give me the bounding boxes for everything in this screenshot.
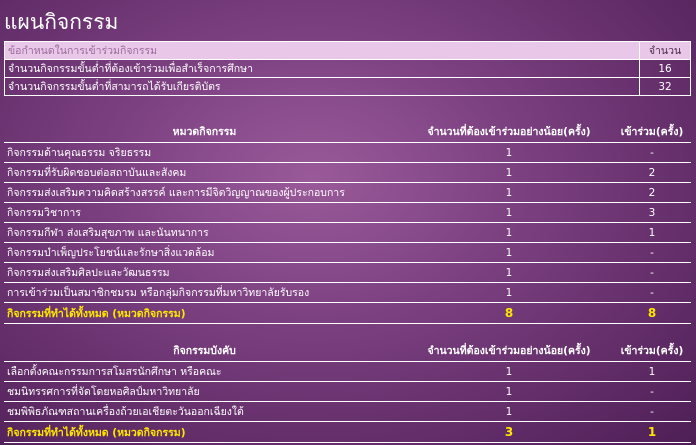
total-label: กิจกรรมที่ทำได้ทั้งหมด (หมวดกิจกรรม) [4,421,405,443]
joined-count: - [613,401,691,422]
total-joined: 8 [613,302,691,324]
table-row: กิจกรรมบำเพ็ญประโยชน์และรักษาสิ่งแวดล้อม… [4,242,691,263]
column-header-mandatory: กิจกรรมบังคับ [4,339,405,362]
column-header-joined: เข้าร่วม(ครั้ง) [613,120,691,143]
activity-name: กิจกรรมด้านคุณธรรม จริยธรรม [4,142,405,163]
joined-count: 1 [613,361,691,382]
required-count: 1 [405,242,613,263]
required-count: 1 [405,202,613,223]
table-row: กิจกรรมวิชาการ 1 3 [4,202,691,223]
activity-name: กิจกรรมวิชาการ [4,202,405,223]
joined-count: 3 [613,202,691,223]
total-row: กิจกรรมที่ทำได้ทั้งหมด (หมวดกิจกรรม) 3 1 [4,421,691,443]
total-label: กิจกรรมที่ทำได้ทั้งหมด (หมวดกิจกรรม) [4,302,405,324]
category-activity-table: หมวดกิจกรรม จำนวนที่ต้องเข้าร่วมอย่างน้อ… [4,120,691,324]
table-row: การเข้าร่วมเป็นสมาชิกชมรม หรือกลุ่มกิจกร… [4,282,691,303]
requirement-value: 32 [639,77,691,96]
activity-name: เลือกตั้งคณะกรรมการสโมสรนักศึกษา หรือคณะ [4,361,405,382]
requirements-header-value: จำนวน [639,41,691,60]
joined-count: - [613,142,691,163]
required-count: 1 [405,401,613,422]
total-required: 8 [405,302,613,324]
total-joined: 1 [613,421,691,443]
joined-count: 2 [613,162,691,183]
table-row: กิจกรรมกีฬา ส่งเสริมสุขภาพ และนันทนาการ … [4,222,691,243]
joined-count: - [613,262,691,283]
total-row: กิจกรรมที่ทำได้ทั้งหมด (หมวดกิจกรรม) 8 8 [4,302,691,324]
required-count: 1 [405,262,613,283]
table-row: กิจกรรมส่งเสริมความคิดสร้างสรรค์ และการม… [4,182,691,203]
activity-name: ชมพิพิธภัณฑสถานเครื่องถ้วยเอเชียตะวันออก… [4,401,405,422]
joined-count: - [613,381,691,402]
table-row: กิจกรรมส่งเสริมศิลปะและวัฒนธรรม 1 - [4,262,691,283]
requirement-label: จำนวนกิจกรรมขั้นต่ำที่สามารถได้รับเกียรต… [4,77,640,96]
requirements-row: จำนวนกิจกรรมขั้นต่ำที่สามารถได้รับเกียรต… [4,77,691,96]
activity-name: การเข้าร่วมเป็นสมาชิกชมรม หรือกลุ่มกิจกร… [4,282,405,303]
activity-name: กิจกรรมบำเพ็ญประโยชน์และรักษาสิ่งแวดล้อม [4,242,405,263]
joined-count: - [613,282,691,303]
required-count: 1 [405,162,613,183]
table-row: ชมพิพิธภัณฑสถานเครื่องถ้วยเอเชียตะวันออก… [4,401,691,422]
table-row: กิจกรรมที่รับผิดชอบต่อสถาบันและสังคม 1 2 [4,162,691,183]
page-title: แผนกิจกรรม [4,10,119,34]
required-count: 1 [405,222,613,243]
joined-count: - [613,242,691,263]
requirement-value: 16 [639,59,691,78]
activity-name: กิจกรรมส่งเสริมความคิดสร้างสรรค์ และการม… [4,182,405,203]
activity-name: กิจกรรมส่งเสริมศิลปะและวัฒนธรรม [4,262,405,283]
table-row: ชมนิทรรศการที่จัดโดยหอศิลป์มหาวิทยาลัย 1… [4,381,691,402]
requirements-header-row: ข้อกำหนดในการเข้าร่วมกิจกรรม จำนวน [4,41,691,60]
table-row: กิจกรรมด้านคุณธรรม จริยธรรม 1 - [4,142,691,163]
mandatory-table-header: กิจกรรมบังคับ จำนวนที่ต้องเข้าร่วมอย่างน… [4,339,691,362]
required-count: 1 [405,182,613,203]
requirement-label: จำนวนกิจกรรมขั้นต่ำที่ต้องเข้าร่วมเพื่อส… [4,59,640,78]
requirements-row: จำนวนกิจกรรมขั้นต่ำที่ต้องเข้าร่วมเพื่อส… [4,59,691,78]
column-header-required: จำนวนที่ต้องเข้าร่วมอย่างน้อย(ครั้ง) [405,120,613,143]
required-count: 1 [405,282,613,303]
table-row: เลือกตั้งคณะกรรมการสโมสรนักศึกษา หรือคณะ… [4,361,691,382]
category-table-header: หมวดกิจกรรม จำนวนที่ต้องเข้าร่วมอย่างน้อ… [4,120,691,143]
required-count: 1 [405,361,613,382]
mandatory-activity-table: กิจกรรมบังคับ จำนวนที่ต้องเข้าร่วมอย่างน… [4,339,691,443]
required-count: 1 [405,142,613,163]
required-count: 1 [405,381,613,402]
activity-name: กิจกรรมกีฬา ส่งเสริมสุขภาพ และนันทนาการ [4,222,405,243]
joined-count: 1 [613,222,691,243]
requirements-table: ข้อกำหนดในการเข้าร่วมกิจกรรม จำนวน จำนวน… [4,41,691,96]
column-header-required: จำนวนที่ต้องเข้าร่วมอย่างน้อย(ครั้ง) [405,339,613,362]
activity-name: ชมนิทรรศการที่จัดโดยหอศิลป์มหาวิทยาลัย [4,381,405,402]
requirements-header-label: ข้อกำหนดในการเข้าร่วมกิจกรรม [4,41,640,60]
activity-name: กิจกรรมที่รับผิดชอบต่อสถาบันและสังคม [4,162,405,183]
total-required: 3 [405,421,613,443]
column-header-category: หมวดกิจกรรม [4,120,405,143]
joined-count: 2 [613,182,691,203]
column-header-joined: เข้าร่วม(ครั้ง) [613,339,691,362]
